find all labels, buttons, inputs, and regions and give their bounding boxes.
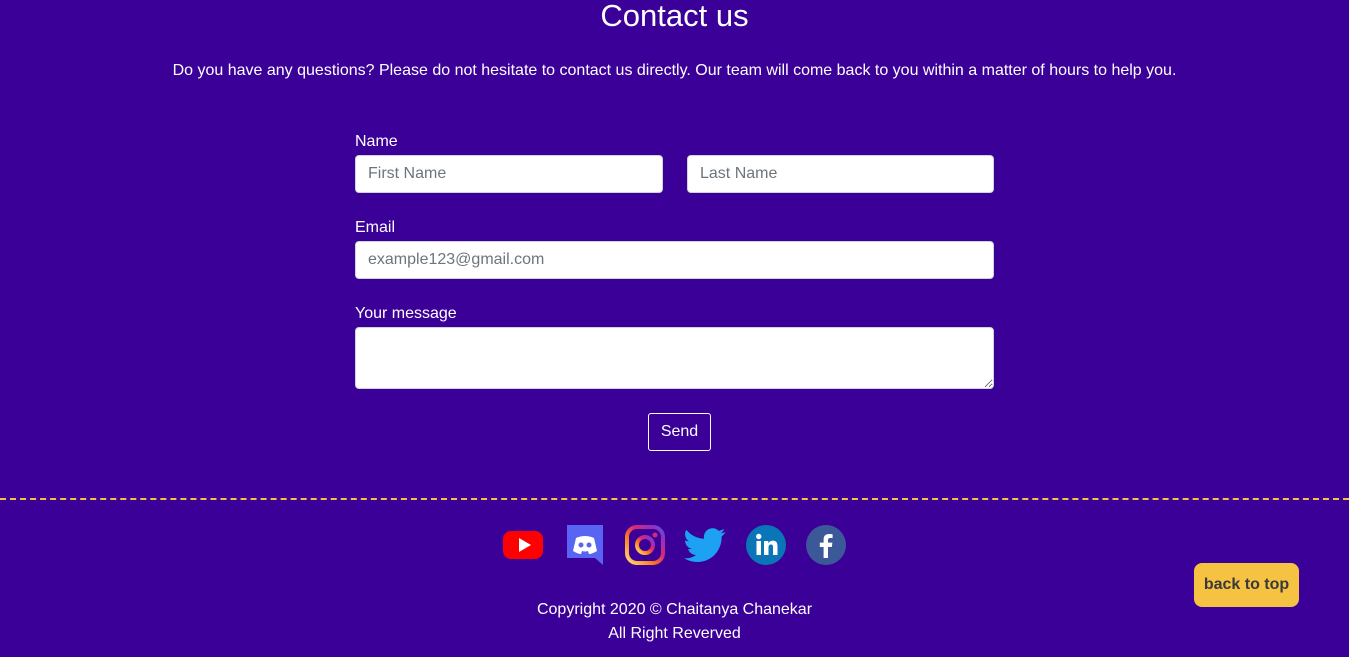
footer-divider (0, 498, 1349, 500)
instagram-link[interactable] (624, 524, 666, 566)
copyright-line: Copyright 2020 © Chaitanya Chanekar (536, 601, 813, 618)
rights-line: All Right Reverved (608, 625, 741, 642)
first-name-field[interactable] (355, 155, 663, 193)
copyright: Copyright 2020 © Chaitanya Chanekar All … (0, 598, 1349, 646)
instagram-icon (624, 524, 666, 566)
linkedin-icon (745, 524, 787, 566)
discord-icon (564, 524, 606, 566)
page-title: Contact us (600, 0, 749, 33)
discord-link[interactable] (564, 524, 606, 566)
last-name-field[interactable] (687, 155, 994, 193)
twitter-icon (684, 524, 726, 566)
send-button[interactable]: Send (648, 413, 711, 451)
linkedin-link[interactable] (745, 524, 787, 566)
email-field[interactable] (355, 241, 994, 279)
message-field[interactable] (355, 327, 994, 389)
facebook-icon (805, 524, 847, 566)
message-label: Your message (355, 305, 457, 322)
name-label: Name (355, 133, 398, 150)
youtube-link[interactable] (502, 524, 544, 566)
twitter-link[interactable] (684, 524, 726, 566)
email-label: Email (355, 219, 396, 236)
contact-page: Contact us Do you have any questions? Pl… (0, 0, 1349, 657)
intro-text: Do you have any questions? Please do not… (172, 62, 1177, 79)
youtube-icon (502, 524, 544, 566)
back-to-top-button[interactable]: back to top (1194, 563, 1299, 607)
facebook-link[interactable] (805, 524, 847, 566)
